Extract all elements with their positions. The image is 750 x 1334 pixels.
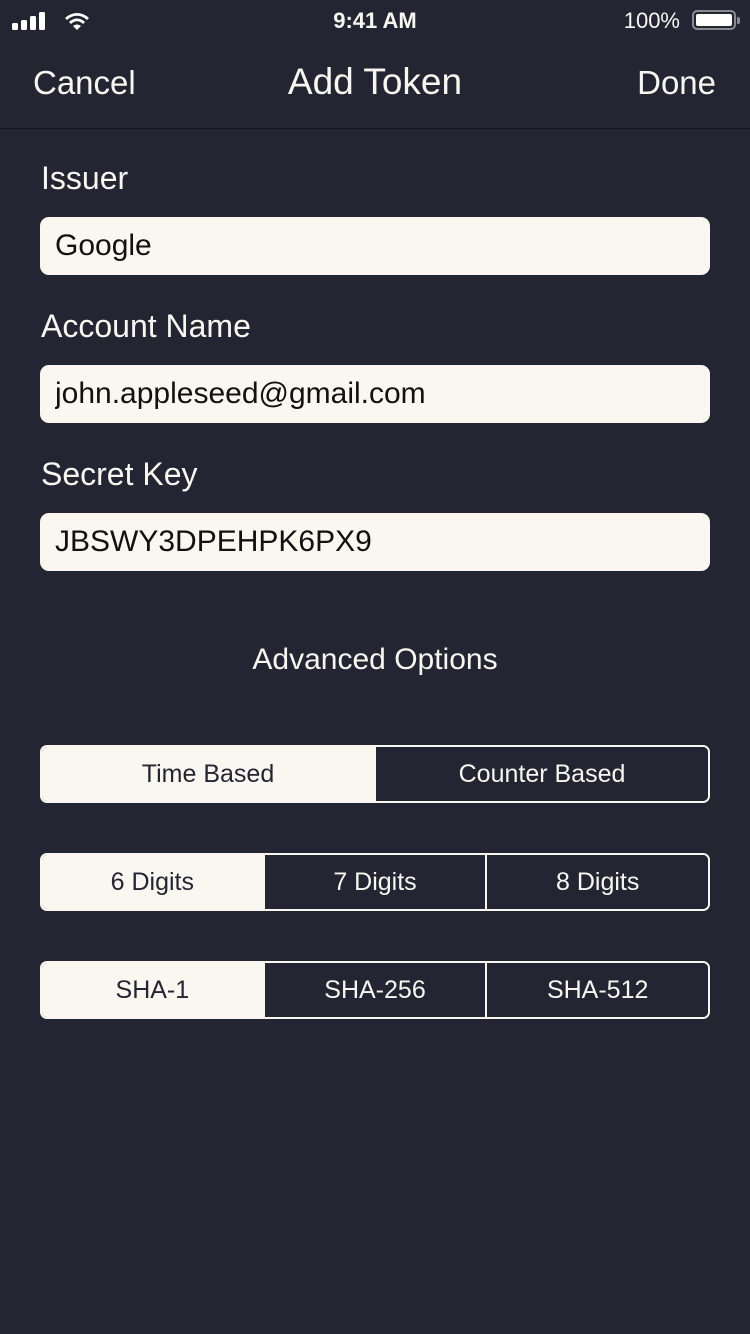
algorithm-segmented-control[interactable]: SHA-1 SHA-256 SHA-512 — [40, 961, 710, 1019]
token-type-segmented-control[interactable]: Time Based Counter Based — [40, 745, 710, 803]
segment-7-digits[interactable]: 7 Digits — [262, 855, 486, 909]
account-name-input[interactable] — [40, 365, 710, 423]
secret-key-label: Secret Key — [41, 456, 198, 492]
segment-sha-1[interactable]: SHA-1 — [42, 963, 263, 1017]
issuer-label: Issuer — [41, 160, 129, 196]
segment-sha-256[interactable]: SHA-256 — [262, 963, 486, 1017]
segment-6-digits[interactable]: 6 Digits — [42, 855, 263, 909]
issuer-input[interactable] — [40, 217, 710, 275]
segment-8-digits[interactable]: 8 Digits — [485, 855, 708, 909]
advanced-options-title: Advanced Options — [252, 643, 498, 676]
done-button[interactable]: Done — [637, 64, 716, 102]
digits-segmented-control[interactable]: 6 Digits 7 Digits 8 Digits — [40, 853, 710, 911]
battery-icon — [692, 10, 740, 30]
account-name-label: Account Name — [41, 308, 251, 344]
status-bar: 9:41 AM 100% — [0, 0, 750, 40]
navigation-bar: Cancel Add Token Done — [0, 40, 750, 129]
segment-time-based[interactable]: Time Based — [42, 747, 374, 801]
segment-sha-512[interactable]: SHA-512 — [485, 963, 708, 1017]
battery-percent: 100% — [623, 8, 680, 33]
secret-key-input[interactable] — [40, 513, 710, 571]
segment-counter-based[interactable]: Counter Based — [374, 747, 708, 801]
